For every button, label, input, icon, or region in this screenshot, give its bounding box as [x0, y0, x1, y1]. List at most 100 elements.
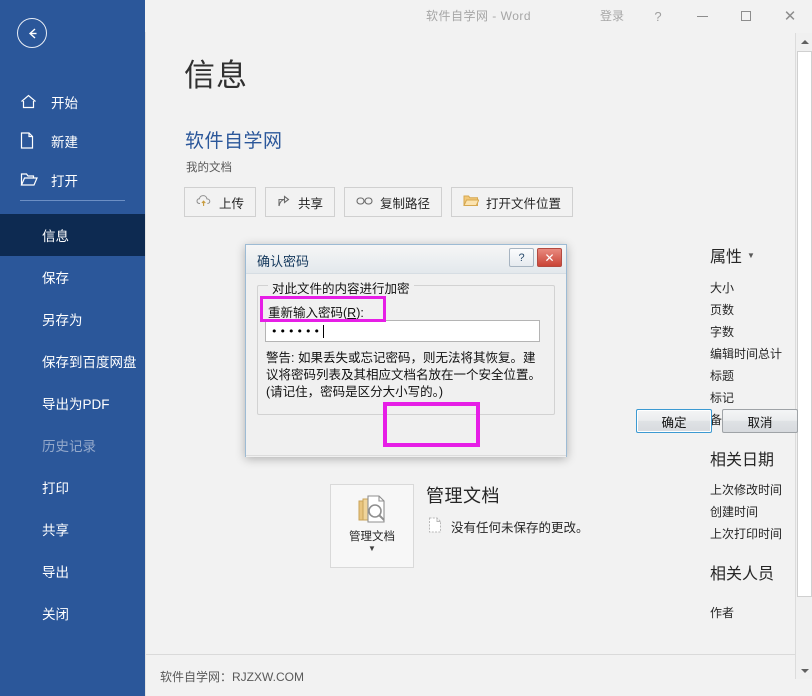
manage-document-heading: 管理文档 — [426, 482, 500, 508]
open-file-location-button-label: 打开文件位置 — [486, 193, 561, 212]
ok-button[interactable]: 确定 — [636, 409, 712, 433]
copy-path-button-label: 复制路径 — [380, 193, 430, 212]
maximize-button[interactable] — [724, 0, 768, 32]
scroll-down-button[interactable] — [796, 662, 812, 679]
sidebar-item-close-label: 关闭 — [42, 603, 69, 623]
sidebar-item-export-label: 导出 — [42, 561, 69, 581]
sidebar-item-share-label: 共享 — [42, 519, 69, 539]
footer-bar: 软件自学网：RJZXW.COM — [146, 654, 812, 696]
sidebar-item-home-label: 开始 — [51, 92, 78, 112]
caret-down-icon — [801, 669, 809, 673]
sidebar-item-export[interactable]: 导出 — [0, 550, 145, 592]
sidebar-item-info[interactable]: 信息 — [0, 214, 145, 256]
cloud-upload-icon — [196, 194, 212, 210]
properties-heading-label: 属性 — [710, 243, 742, 267]
share-button-label: 共享 — [298, 193, 323, 212]
date-key: 上次打印时间 — [710, 525, 802, 542]
document-actions: 上传 共享 复制路径 — [184, 187, 573, 217]
password-warning-text: 警告: 如果丢失或忘记密码，则无法将其恢复。建议将密码列表及其相应文档名放在一个… — [266, 350, 542, 401]
sidebar-divider — [20, 200, 125, 201]
share-icon — [277, 194, 291, 211]
footer-watermark: 软件自学网：RJZXW.COM — [160, 668, 304, 685]
dialog-close-button[interactable]: ✕ — [537, 248, 562, 267]
password-input[interactable]: •••••• — [265, 320, 540, 342]
dialog-bottom-divider — [246, 455, 566, 456]
sidebar-item-new-label: 新建 — [51, 131, 78, 151]
sidebar-top-nav: 开始 新建 打开 — [0, 82, 145, 199]
backstage-sidebar: 开始 新建 打开 — [0, 0, 145, 696]
new-document-icon — [20, 132, 42, 150]
chevron-down-icon: ▼ — [747, 251, 755, 260]
manage-document-icon — [351, 492, 393, 528]
scrollbar-thumb[interactable] — [797, 51, 812, 597]
sidebar-item-open[interactable]: 打开 — [0, 160, 145, 199]
share-button[interactable]: 共享 — [265, 187, 335, 217]
document-path: 我的文档 — [186, 159, 232, 175]
caret-up-icon — [801, 40, 809, 44]
sidebar-item-close[interactable]: 关闭 — [0, 592, 145, 634]
sidebar-item-save-to-baidu[interactable]: 保存到百度网盘 — [0, 340, 145, 382]
sidebar-item-history-label: 历史记录 — [42, 435, 96, 455]
property-key: 大小 — [710, 279, 802, 296]
sidebar-item-share[interactable]: 共享 — [0, 508, 145, 550]
copy-path-button[interactable]: 复制路径 — [344, 187, 442, 217]
minimize-icon — [697, 16, 708, 17]
maximize-icon — [741, 11, 751, 21]
sidebar-item-save-as[interactable]: 另存为 — [0, 298, 145, 340]
dialog-help-button[interactable]: ? — [509, 248, 534, 267]
sidebar-item-save[interactable]: 保存 — [0, 256, 145, 298]
highlight-password-label — [260, 296, 386, 322]
link-icon — [356, 195, 373, 209]
sidebar-item-new[interactable]: 新建 — [0, 121, 145, 160]
dialog-title-bar-buttons: ? ✕ — [509, 248, 562, 267]
scroll-up-button[interactable] — [796, 33, 812, 50]
text-caret — [323, 325, 324, 338]
sidebar-item-open-label: 打开 — [51, 170, 78, 190]
title-bar-controls: 登录 ? ✕ — [588, 0, 812, 32]
document-name[interactable]: 软件自学网 — [185, 126, 283, 153]
upload-button[interactable]: 上传 — [184, 187, 256, 217]
sidebar-item-save-to-baidu-label: 保存到百度网盘 — [42, 351, 137, 371]
word-backstage-window: 开始 新建 打开 — [0, 0, 812, 696]
password-masked-value: •••••• — [271, 325, 322, 338]
manage-document-tile-label: 管理文档 — [335, 530, 409, 544]
dialog-title: 确认密码 — [257, 251, 309, 270]
person-key: 作者 — [710, 592, 802, 621]
date-key: 上次修改时间 — [710, 481, 802, 498]
open-folder-icon — [20, 171, 42, 189]
chevron-down-icon: ▼ — [368, 544, 376, 554]
manage-document-note: 没有任何未保存的更改。 — [428, 517, 589, 536]
sign-in-button[interactable]: 登录 — [588, 0, 636, 32]
close-icon: ✕ — [784, 9, 797, 24]
highlight-ok-button — [383, 402, 480, 447]
property-key: 页数 — [710, 301, 802, 318]
dialog-title-bar: 确认密码 ? ✕ — [246, 245, 566, 274]
folder-open-icon — [463, 194, 479, 210]
encrypt-group-legend: 对此文件的内容进行加密 — [268, 278, 414, 297]
sidebar-item-print-label: 打印 — [42, 477, 69, 497]
back-arrow-icon[interactable] — [17, 18, 47, 48]
sidebar-item-save-label: 保存 — [42, 267, 69, 287]
vertical-scrollbar[interactable] — [795, 33, 812, 679]
manage-document-tile[interactable]: 管理文档 ▼ — [330, 484, 414, 568]
date-key: 创建时间 — [710, 503, 802, 520]
close-button[interactable]: ✕ — [768, 0, 812, 32]
manage-document-note-text: 没有任何未保存的更改。 — [451, 517, 589, 536]
minimize-button[interactable] — [680, 0, 724, 32]
property-key: 标题 — [710, 367, 802, 384]
title-bar: 软件自学网 - Word 登录 ? ✕ — [145, 0, 812, 32]
home-icon — [20, 93, 42, 111]
cancel-button[interactable]: 取消 — [722, 409, 798, 433]
upload-button-label: 上传 — [219, 193, 244, 212]
property-key: 字数 — [710, 323, 802, 340]
sidebar-item-home[interactable]: 开始 — [0, 82, 145, 121]
document-page-icon — [428, 517, 442, 536]
property-key: 编辑时间总计 — [710, 345, 802, 362]
sidebar-item-info-label: 信息 — [42, 225, 69, 245]
open-file-location-button[interactable]: 打开文件位置 — [451, 187, 573, 217]
page-title: 信息 — [184, 50, 248, 95]
property-key: 标记 — [710, 389, 802, 406]
sidebar-item-print[interactable]: 打印 — [0, 466, 145, 508]
help-icon[interactable]: ? — [636, 0, 680, 32]
sidebar-item-save-as-label: 另存为 — [42, 309, 83, 329]
